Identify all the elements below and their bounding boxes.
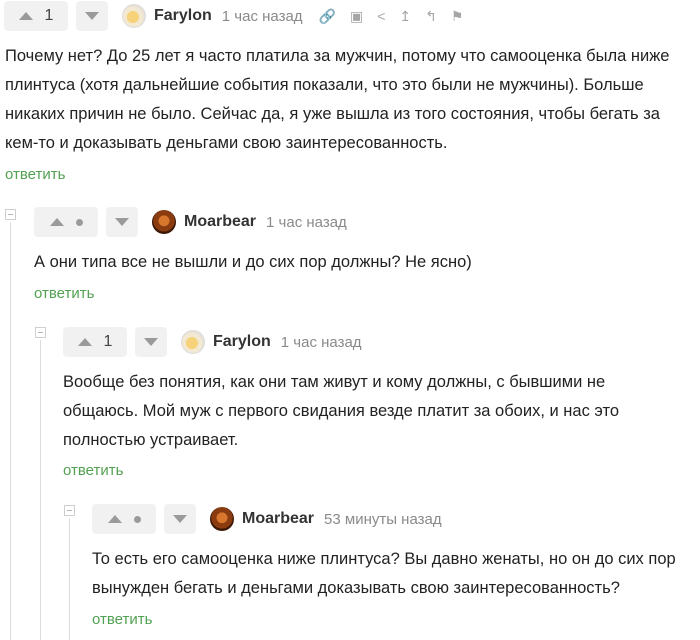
report-flag-icon[interactable]: ⚑	[451, 9, 464, 23]
comment-1-header: 1 Farylon 1 час назад 🔗 ▣ < ↥ ↰ ⚑	[4, 0, 463, 32]
downvote-button[interactable]	[135, 327, 167, 357]
downvote-icon	[85, 12, 99, 20]
vote-block: 1	[4, 0, 108, 32]
downvote-button[interactable]	[76, 1, 108, 31]
reply-link[interactable]: ответить	[5, 166, 65, 183]
thread-line[interactable]	[40, 340, 41, 640]
avatar[interactable]	[210, 507, 234, 531]
upvote-area	[34, 207, 98, 237]
comment-2-header: Moarbear 1 час назад	[34, 206, 347, 238]
upvote-area: 1	[4, 1, 68, 31]
avatar[interactable]	[181, 330, 205, 354]
branch-icon[interactable]: ↰	[425, 9, 437, 23]
collapse-toggle[interactable]	[5, 209, 16, 220]
comment-time[interactable]: 1 час назад	[266, 214, 347, 231]
comment-time[interactable]: 1 час назад	[222, 8, 303, 25]
comment-time[interactable]: 53 минуты назад	[324, 511, 442, 528]
comment-text: То есть его самооценка ниже плинтуса? Вы…	[92, 550, 676, 597]
downvote-button[interactable]	[164, 504, 196, 534]
reply-link[interactable]: ответить	[92, 611, 152, 628]
downvote-icon	[144, 338, 158, 346]
upvote-area	[92, 504, 156, 534]
author-name[interactable]: Farylon	[213, 333, 271, 351]
upvote-icon[interactable]	[49, 218, 64, 226]
author-name[interactable]: Moarbear	[184, 213, 256, 231]
author-name[interactable]: Farylon	[154, 7, 212, 25]
downvote-icon	[115, 218, 129, 226]
thread-line[interactable]	[10, 222, 11, 640]
reply-link[interactable]: ответить	[63, 462, 123, 479]
collapse-toggle[interactable]	[35, 327, 46, 338]
go-to-parent-icon[interactable]: ↥	[399, 9, 411, 23]
upvote-icon[interactable]	[77, 338, 92, 346]
comment-3-header: 1 Farylon 1 час назад	[63, 326, 362, 358]
comment-rating: 1	[44, 7, 54, 24]
reply-link[interactable]: ответить	[34, 285, 94, 302]
comment-rating: 1	[103, 333, 113, 350]
vote-block: 1	[63, 326, 167, 358]
comment-text: Почему нет? До 25 лет я часто платила за…	[5, 47, 670, 152]
comment-text: А они типа все не вышли и до сих пор дол…	[34, 253, 472, 271]
share-icon[interactable]: <	[377, 9, 385, 23]
downvote-button[interactable]	[106, 207, 138, 237]
link-icon[interactable]: 🔗	[319, 9, 336, 23]
upvote-icon[interactable]	[18, 12, 33, 20]
collapse-toggle[interactable]	[64, 505, 75, 516]
comment-time[interactable]: 1 час назад	[281, 334, 362, 351]
rating-hidden-dot	[75, 218, 83, 226]
vote-block	[92, 503, 196, 535]
avatar[interactable]	[122, 4, 146, 28]
downvote-icon	[173, 515, 187, 523]
comment-text: Вообще без понятия, как они там живут и …	[63, 373, 620, 449]
avatar[interactable]	[152, 210, 176, 234]
rating-hidden-dot	[133, 515, 141, 523]
vote-block	[34, 206, 138, 238]
author-name[interactable]: Moarbear	[242, 510, 314, 528]
upvote-area: 1	[63, 327, 127, 357]
save-icon[interactable]: ▣	[350, 9, 363, 23]
comment-4-header: Moarbear 53 минуты назад	[92, 503, 442, 535]
thread-line[interactable]	[69, 518, 70, 640]
comment-tools: 🔗 ▣ < ↥ ↰ ⚑	[319, 9, 464, 23]
upvote-icon[interactable]	[107, 515, 122, 523]
